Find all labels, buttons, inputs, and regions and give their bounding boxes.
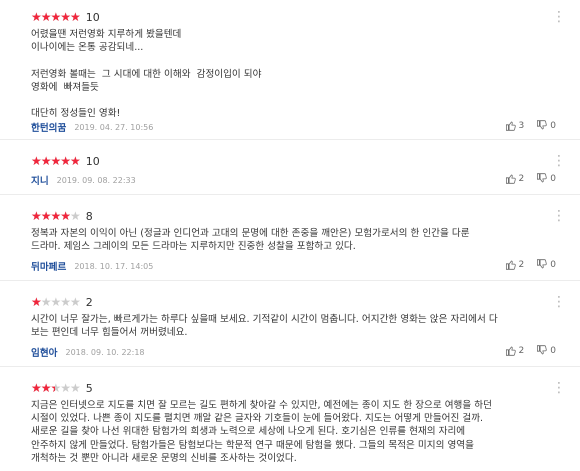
dislike-button[interactable]: 0 [536, 259, 556, 270]
thumbs-up-icon [505, 260, 516, 270]
dislike-count: 0 [550, 173, 556, 184]
review-actions: 2 0 [493, 345, 556, 356]
author-name[interactable]: 한턴의꿈 [31, 120, 66, 134]
dislike-count: 0 [550, 259, 556, 270]
star-rating: ★★★★★★★★★★ [31, 381, 81, 395]
more-options-icon[interactable]: ⋮ [552, 295, 566, 311]
author-name[interactable]: 지니 [31, 173, 49, 187]
review-date: 2018. 09. 10. 22:18 [65, 347, 145, 357]
thumbs-up-icon [505, 121, 516, 131]
review-item: ★★★★★★★★★★ 2 ⋮ 시간이 너무 잘가는, 빠르게가는 하루다 싶을때… [0, 281, 580, 367]
review-item: ★★★★★★★★★★ 5 ⋮ 지금은 인터넷으로 지도를 치면 잘 모르는 길도… [0, 367, 580, 471]
review-meta: 지니 2019. 09. 08. 22:33 [31, 173, 136, 188]
review-actions: 2 0 [493, 173, 556, 184]
like-count: 2 [518, 259, 525, 270]
more-options-icon[interactable]: ⋮ [552, 381, 566, 397]
rating-score: 2 [85, 295, 93, 309]
star-rating: ★★★★★★★★★★ [31, 295, 81, 309]
dislike-count: 0 [550, 120, 556, 131]
thumbs-up-icon [505, 346, 516, 356]
dislike-button[interactable]: 0 [536, 345, 556, 356]
rating-row: ★★★★★ ★★★★★ 10 [31, 10, 100, 24]
review-text: 시간이 너무 잘가는, 빠르게가는 하루다 싶을때 보세요. 기적같이 시간이 … [31, 314, 498, 339]
more-options-icon[interactable]: ⋮ [552, 209, 566, 225]
rating-score: 5 [85, 381, 93, 395]
review-text: 지금은 인터넷으로 지도를 치면 잘 모르는 길도 편하게 찾아갈 수 있지만,… [31, 400, 492, 464]
review-item: ★★★★★ ★★★★★ 10 ⋮ 어렸을땐 저런영화 지루하게 봤을텐데 이나이에… [0, 0, 580, 140]
rating-row: ★★★★★★★★★★ 8 [31, 209, 93, 223]
thumbs-up-icon [505, 174, 516, 184]
review-actions: 2 0 [493, 259, 556, 270]
dislike-count: 0 [550, 345, 556, 356]
review-date: 2018. 10. 17. 14:05 [74, 261, 154, 271]
like-button[interactable]: 2 [505, 173, 525, 184]
review-item: ★★★★★ ★★★★★ 10 ⋮ 지니 2019. 09. 08. 22:33 2… [0, 140, 580, 195]
author-name[interactable]: 임현아 [31, 345, 57, 359]
review-list: ★★★★★ ★★★★★ 10 ⋮ 어렸을땐 저런영화 지루하게 봤을텐데 이나이에… [0, 0, 580, 471]
like-count: 2 [518, 345, 525, 356]
rating-row: ★★★★★ ★★★★★ 10 [31, 154, 100, 168]
dislike-button[interactable]: 0 [536, 120, 556, 131]
review-actions: 3 0 [493, 120, 556, 131]
star-rating: ★★★★★★★★★★ [31, 209, 81, 223]
thumbs-down-icon [537, 259, 547, 269]
rating-row: ★★★★★★★★★★ 5 [31, 381, 93, 395]
like-button[interactable]: 2 [505, 259, 525, 270]
dislike-button[interactable]: 0 [536, 173, 556, 184]
review-item: ★★★★★★★★★★ 8 ⋮ 정복과 자본의 이익이 아닌 (정글과 인디언과 … [0, 195, 580, 281]
like-button[interactable]: 3 [505, 120, 525, 131]
star-rating: ★★★★★★★★★★ [31, 10, 81, 24]
thumbs-down-icon [537, 173, 547, 183]
rating-row: ★★★★★★★★★★ 2 [31, 295, 93, 309]
like-count: 3 [518, 120, 525, 131]
review-text: 정복과 자본의 이익이 아닌 (정글과 인디언과 고대의 문명에 대한 존중을 … [31, 228, 470, 253]
like-count: 2 [518, 173, 525, 184]
review-meta: 뒤마페르 2018. 10. 17. 14:05 [31, 259, 154, 274]
review-date: 2019. 09. 08. 22:33 [56, 175, 136, 185]
like-button[interactable]: 2 [505, 345, 525, 356]
review-text: 어렸을땐 저런영화 지루하게 봤을텐데 이나이에는 온통 공감되네... 저런영… [31, 29, 262, 120]
more-options-icon[interactable]: ⋮ [552, 10, 566, 26]
thumbs-down-icon [537, 345, 547, 355]
thumbs-down-icon [537, 120, 547, 130]
rating-score: 10 [85, 10, 100, 24]
author-name[interactable]: 뒤마페르 [31, 259, 66, 273]
more-options-icon[interactable]: ⋮ [552, 154, 566, 170]
star-rating: ★★★★★★★★★★ [31, 154, 81, 168]
review-meta: 임현아 2018. 09. 10. 22:18 [31, 345, 145, 360]
rating-score: 10 [85, 154, 100, 168]
rating-score: 8 [85, 209, 93, 223]
review-date: 2019. 04. 27. 10:56 [74, 122, 154, 132]
review-meta: 한턴의꿈 2019. 04. 27. 10:56 [31, 120, 154, 135]
